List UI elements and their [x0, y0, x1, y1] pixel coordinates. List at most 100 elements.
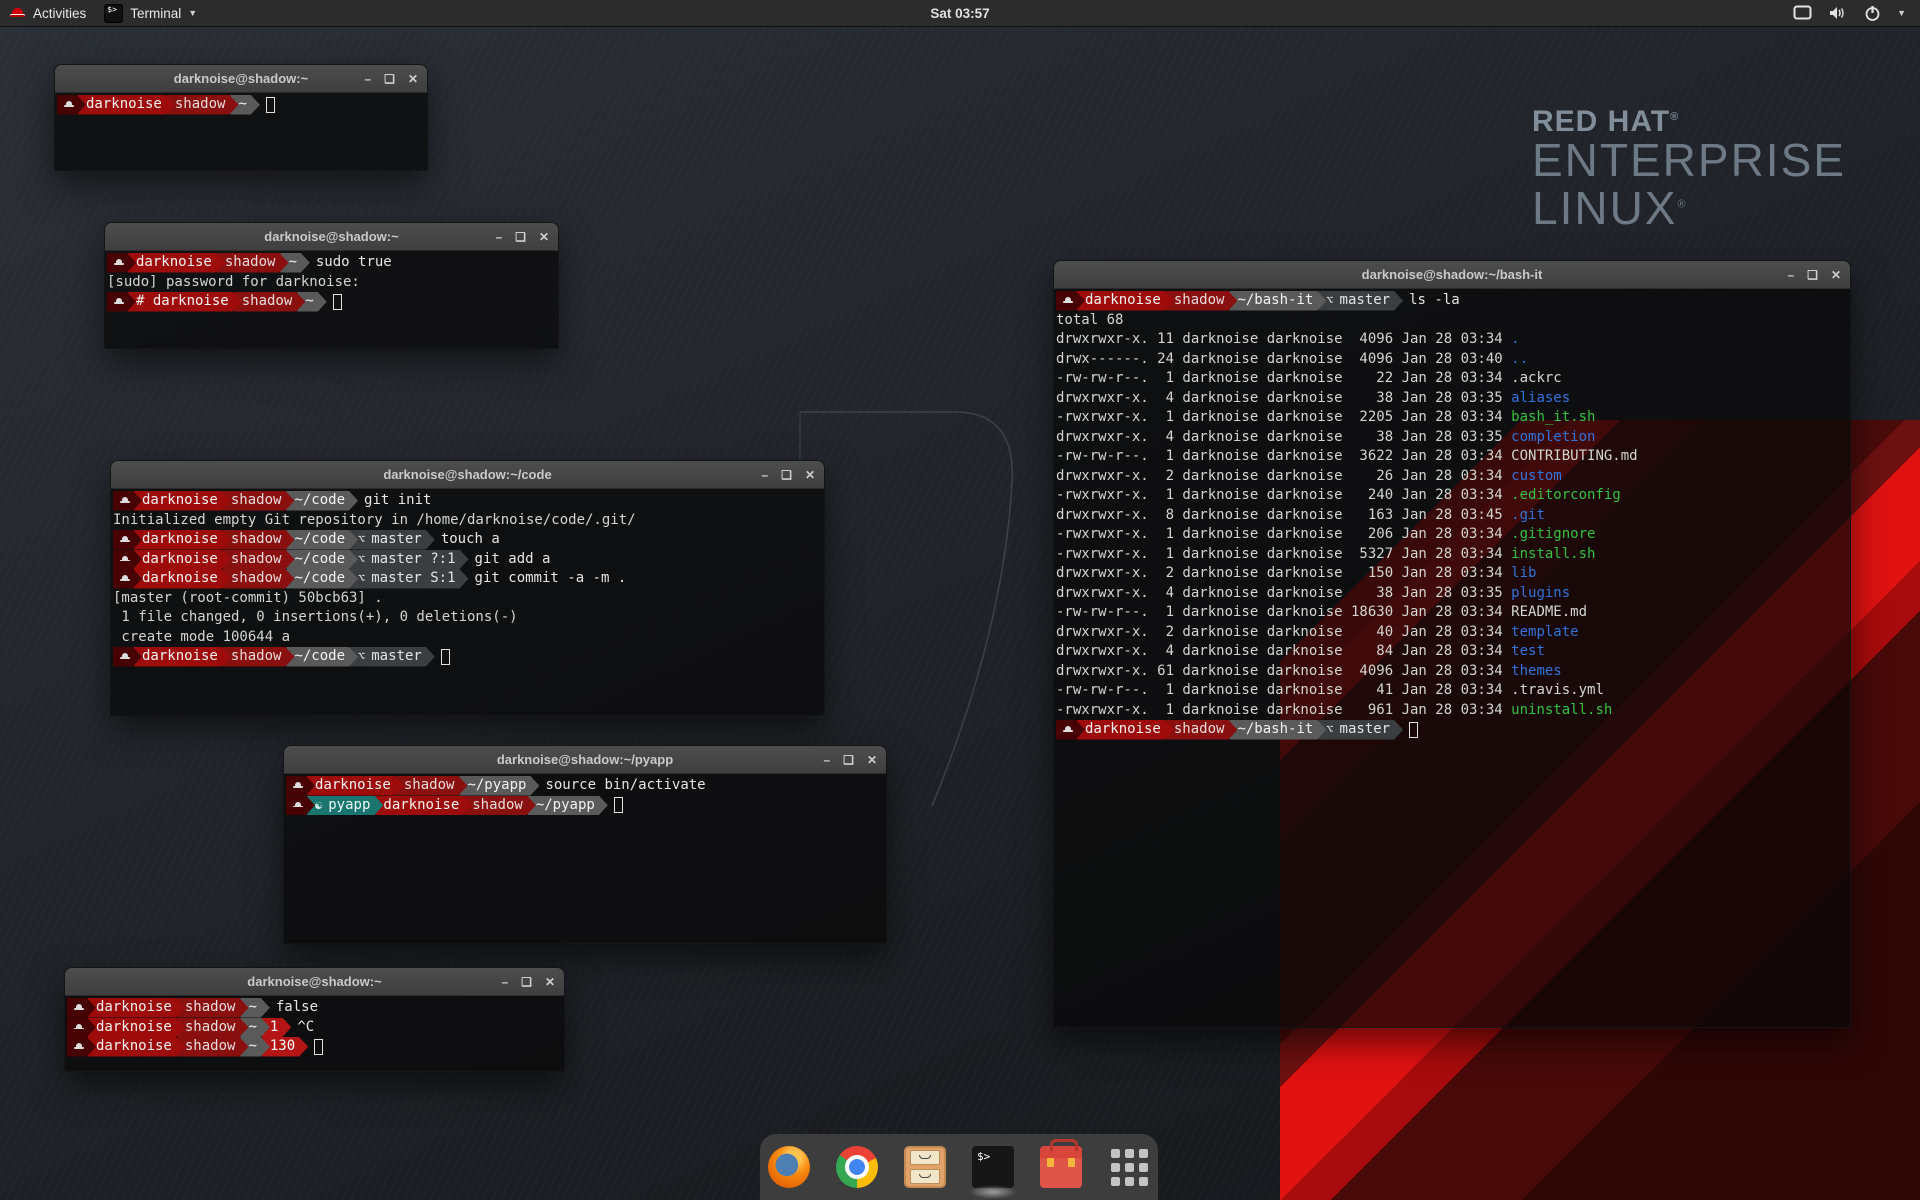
git-branch-icon: ⌥ [358, 550, 365, 570]
command-text: sudo true [302, 253, 392, 273]
terminal-line: drwxrwxr-x. 8 darknoise darknoise 163 Ja… [1056, 506, 1850, 526]
maximize-button[interactable]: ❑ [515, 231, 526, 243]
terminal-line: Initialized empty Git repository in /hom… [113, 511, 824, 531]
minimize-button[interactable]: – [364, 73, 371, 85]
redhat-icon [120, 536, 130, 543]
terminal-line: darknoiseshadow~/pyappsource bin/activat… [286, 776, 886, 796]
terminal-line: drwxrwxr-x. 11 darknoise darknoise 4096 … [1056, 330, 1850, 350]
window-titlebar[interactable]: darknoise@shadow:~–❑✕ [55, 65, 427, 93]
close-button[interactable]: ✕ [805, 469, 815, 481]
output-text: drwx------. 24 darknoise darknoise 4096 … [1056, 350, 1511, 370]
terminal-line: drwxrwxr-x. 2 darknoise darknoise 150 Ja… [1056, 564, 1850, 584]
redhat-icon [293, 802, 303, 809]
redhat-icon [74, 1043, 84, 1050]
filename-file: CONTRIBUTING.md [1511, 447, 1637, 467]
system-status-area[interactable]: ▼ [1793, 5, 1920, 22]
window-controls: – ❑ ✕ [495, 223, 549, 250]
window-titlebar[interactable]: darknoise@shadow:~–❑✕ [65, 968, 564, 996]
terminal-line: total 68 [1056, 311, 1850, 331]
prompt-segment-host: shadow [223, 491, 295, 511]
output-text: -rw-rw-r--. 1 darknoise darknoise 18630 … [1056, 603, 1511, 623]
minimize-button[interactable]: – [761, 469, 768, 481]
filename-file: .travis.yml [1511, 681, 1604, 701]
prompt-segment-host: shadow [464, 796, 536, 816]
close-button[interactable]: ✕ [408, 73, 418, 85]
maximize-button[interactable]: ❑ [1807, 269, 1818, 281]
terminal-content[interactable]: darknoiseshadow~/codegit initInitialized… [111, 489, 824, 715]
output-text: drwxrwxr-x. 61 darknoise darknoise 4096 … [1056, 662, 1511, 682]
dock-files-button[interactable] [903, 1145, 947, 1189]
terminal-line: darknoiseshadow~/code⌥master [113, 647, 824, 667]
output-text: -rw-rw-r--. 1 darknoise darknoise 3622 J… [1056, 447, 1511, 467]
terminal-line: darknoiseshadow~1^C [67, 1018, 564, 1038]
top-bar: Activities $> Terminal ▼ Sat 03:57 ▼ [0, 0, 1920, 26]
filename-dir: aliases [1511, 389, 1570, 409]
minimize-button[interactable]: – [823, 754, 830, 766]
prompt-segment-path: ~/bash-it [1229, 720, 1326, 740]
minimize-button[interactable]: – [1787, 269, 1794, 281]
dock-terminal-button[interactable]: $> [971, 1145, 1015, 1189]
terminal-line: darknoiseshadow~/code⌥master S:1git comm… [113, 569, 824, 589]
firefox-icon [768, 1146, 810, 1188]
dock-chrome-button[interactable] [835, 1145, 879, 1189]
clock[interactable]: Sat 03:57 [0, 6, 1920, 21]
file-manager-icon [904, 1146, 946, 1188]
terminal-content[interactable]: darknoiseshadow~sudo true[sudo] password… [105, 251, 558, 348]
output-text: -rwxrwxr-x. 1 darknoise darknoise 961 Ja… [1056, 701, 1511, 721]
redhat-icon [120, 556, 130, 563]
dock-toolbox-button[interactable] [1039, 1145, 1083, 1189]
terminal-content[interactable]: darknoiseshadow~ [55, 93, 427, 170]
terminal-content[interactable]: darknoiseshadow~/bash-it⌥masterls -latot… [1054, 289, 1850, 1027]
close-button[interactable]: ✕ [867, 754, 877, 766]
close-button[interactable]: ✕ [1831, 269, 1841, 281]
filename-exec: bash_it.sh [1511, 408, 1595, 428]
terminal-line: drwxrwxr-x. 4 darknoise darknoise 38 Jan… [1056, 428, 1850, 448]
terminal-window-t5: darknoise@shadow:~–❑✕darknoiseshadow~fal… [64, 967, 565, 1072]
window-titlebar[interactable]: darknoise@shadow:~/bash-it–❑✕ [1054, 261, 1850, 289]
filename-dir: test [1511, 642, 1545, 662]
command-text: git init [350, 491, 431, 511]
window-titlebar[interactable]: darknoise@shadow:~/pyapp–❑✕ [284, 746, 886, 774]
filename-exec: .editorconfig [1511, 486, 1621, 506]
prompt-segment-user: darknoise [128, 253, 225, 273]
terminal-line: -rw-rw-r--. 1 darknoise darknoise 22 Jan… [1056, 369, 1850, 389]
output-text: -rwxrwxr-x. 1 darknoise darknoise 206 Ja… [1056, 525, 1511, 545]
terminal-line: 1 file changed, 0 insertions(+), 0 delet… [113, 608, 824, 628]
prompt-segment-user: darknoise [88, 1037, 185, 1057]
window-titlebar[interactable]: darknoise@shadow:~/code–❑✕ [111, 461, 824, 489]
output-text: create mode 100644 a [113, 628, 290, 648]
terminal-cursor [266, 97, 275, 113]
dock-app-grid-button[interactable] [1107, 1145, 1151, 1189]
command-text: source bin/activate [531, 776, 705, 796]
maximize-button[interactable]: ❑ [781, 469, 792, 481]
power-icon [1864, 5, 1881, 22]
git-branch-icon: ⌥ [1326, 720, 1333, 740]
terminal-window-t3: darknoise@shadow:~/code–❑✕darknoiseshado… [110, 460, 825, 716]
maximize-button[interactable]: ❑ [521, 976, 532, 988]
close-button[interactable]: ✕ [545, 976, 555, 988]
output-text: [sudo] password for darknoise: [107, 273, 360, 293]
terminal-window-t1: darknoise@shadow:~–❑✕darknoiseshadow~ [54, 64, 428, 171]
terminal-content[interactable]: darknoiseshadow~/pyappsource bin/activat… [284, 774, 886, 943]
window-titlebar[interactable]: darknoise@shadow:~–❑✕ [105, 223, 558, 251]
terminal-cursor [333, 294, 342, 310]
command-text: git commit -a -m . [461, 569, 627, 589]
prompt-segment-git-branch: ⌥master [350, 530, 435, 550]
branding-line-redhat: RED HAT® [1532, 106, 1846, 137]
close-button[interactable]: ✕ [539, 231, 549, 243]
minimize-button[interactable]: – [495, 231, 502, 243]
terminal-content[interactable]: darknoiseshadow~falsedarknoiseshadow~1^C… [65, 996, 564, 1071]
prompt-segment-host: shadow [1166, 291, 1238, 311]
minimize-button[interactable]: – [501, 976, 508, 988]
terminal-line: -rwxrwxr-x. 1 darknoise darknoise 2205 J… [1056, 408, 1850, 428]
output-text: -rwxrwxr-x. 1 darknoise darknoise 240 Ja… [1056, 486, 1511, 506]
branding-line-linux: LINUX® [1532, 185, 1846, 233]
maximize-button[interactable]: ❑ [843, 754, 854, 766]
terminal-line: drwxrwxr-x. 61 darknoise darknoise 4096 … [1056, 662, 1850, 682]
chevron-down-icon: ▼ [1897, 8, 1906, 18]
dock-firefox-button[interactable] [767, 1145, 811, 1189]
prompt-segment-git-branch: ⌥master [1318, 291, 1403, 311]
prompt-segment-user: darknoise [88, 998, 185, 1018]
output-text: -rwxrwxr-x. 1 darknoise darknoise 5327 J… [1056, 545, 1511, 565]
maximize-button[interactable]: ❑ [384, 73, 395, 85]
